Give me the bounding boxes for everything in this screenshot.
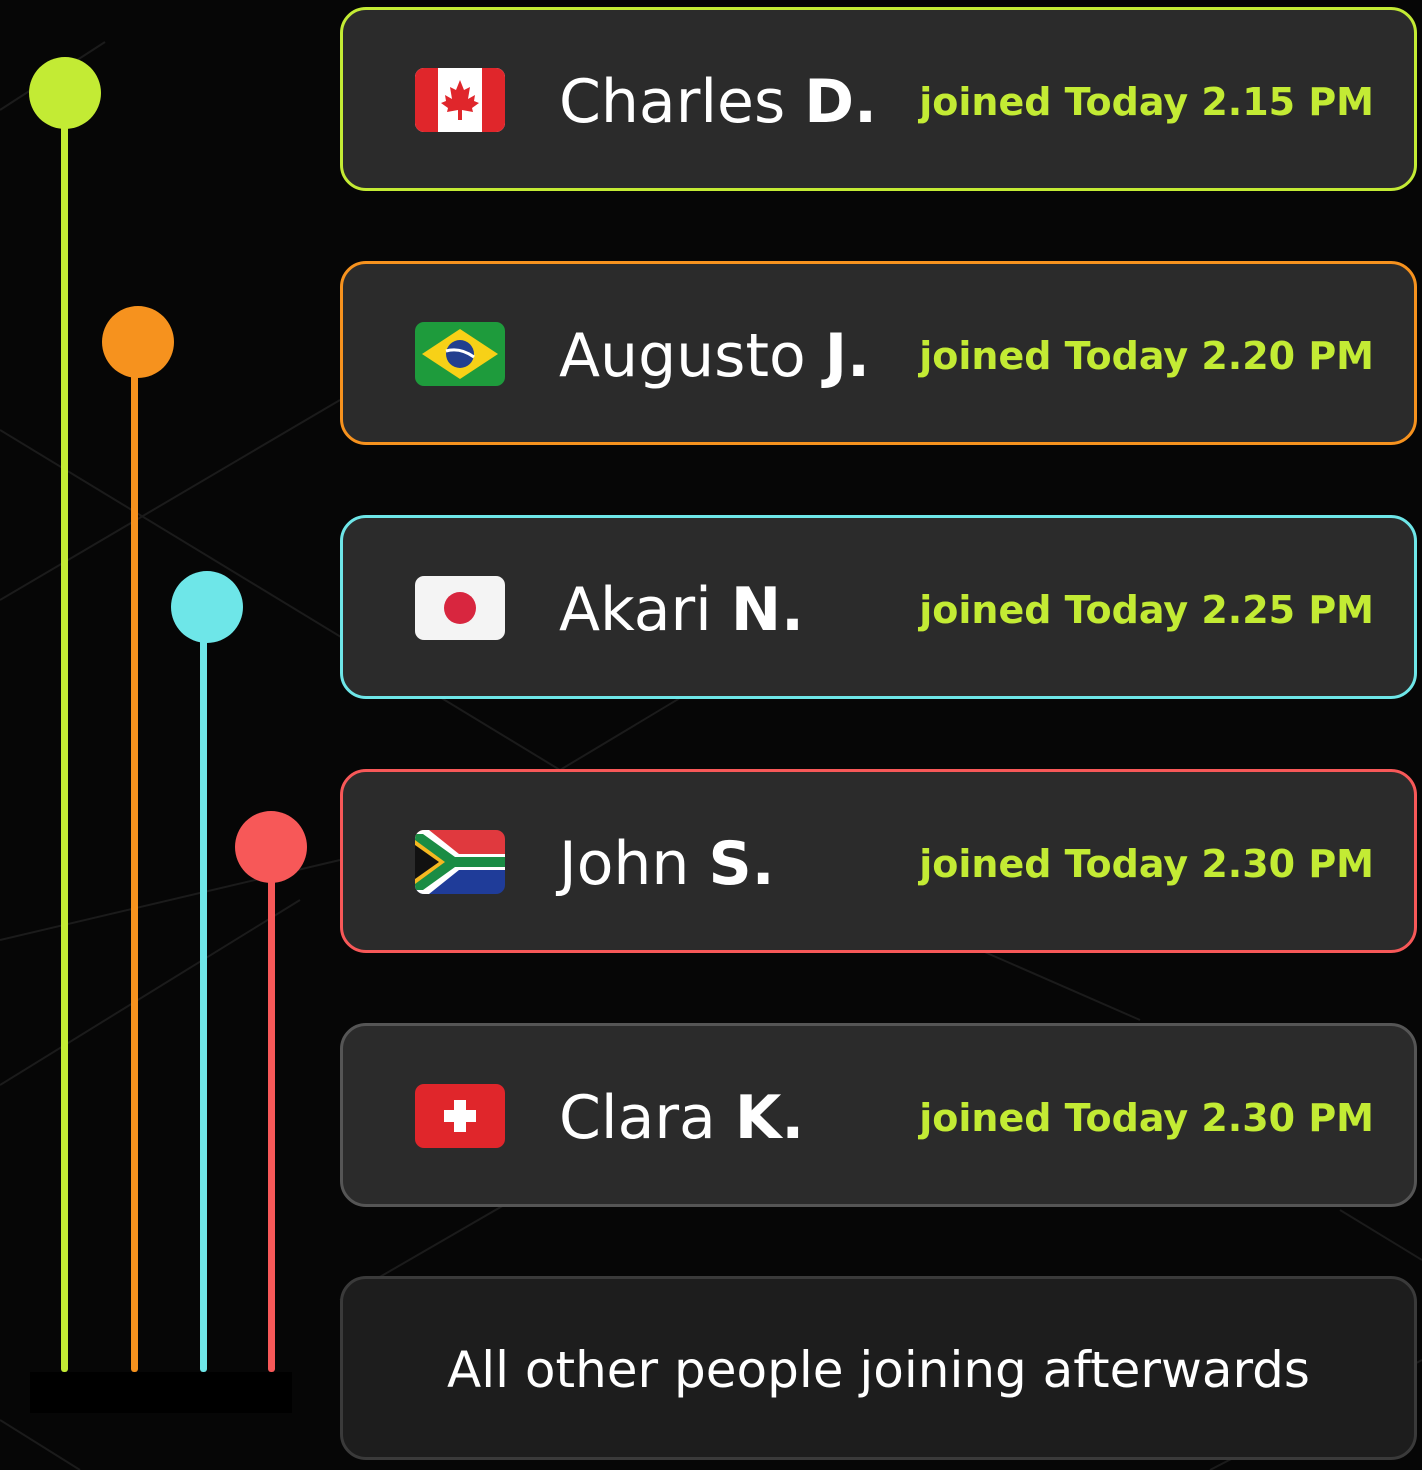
switzerland-flag-icon (415, 1084, 505, 1148)
member-name: Augusto J. (559, 316, 870, 396)
others-joining-card[interactable]: All other people joining afterwards (340, 1276, 1417, 1460)
timeline-base (30, 1372, 292, 1413)
member-name: John S. (559, 824, 775, 904)
joined-time: joined Today 2.20 PM (919, 334, 1374, 378)
timeline-dot-green (29, 57, 101, 129)
timeline-line-cyan (200, 606, 207, 1372)
member-card-john[interactable]: John S. joined Today 2.30 PM (340, 769, 1417, 953)
joined-time: joined Today 2.25 PM (919, 588, 1374, 632)
member-last-initial: K. (734, 1083, 805, 1153)
member-first-name: Charles (559, 67, 786, 137)
member-card-charles[interactable]: Charles D. joined Today 2.15 PM (340, 7, 1417, 191)
background-grid-lines (0, 41, 1422, 1470)
member-last-initial: D. (804, 67, 877, 137)
member-name: Akari N. (559, 570, 804, 650)
timeline-line-orange (131, 340, 138, 1372)
join-timeline-panel: Charles D. joined Today 2.15 PM Augusto … (0, 0, 1422, 1470)
member-first-name: Augusto (559, 321, 806, 391)
member-card-augusto[interactable]: Augusto J. joined Today 2.20 PM (340, 261, 1417, 445)
canada-flag-icon (415, 68, 505, 132)
member-card-clara[interactable]: Clara K. joined Today 2.30 PM (340, 1023, 1417, 1207)
member-card-akari[interactable]: Akari N. joined Today 2.25 PM (340, 515, 1417, 699)
timeline-line-red (268, 846, 275, 1372)
joined-time: joined Today 2.15 PM (919, 80, 1374, 124)
japan-flag-icon (415, 576, 505, 640)
member-first-name: Clara (559, 1083, 716, 1153)
joined-time: joined Today 2.30 PM (919, 1096, 1374, 1140)
timeline-dot-orange (102, 306, 174, 378)
brazil-flag-icon (415, 322, 505, 386)
member-first-name: Akari (559, 575, 712, 645)
member-last-initial: N. (730, 575, 804, 645)
member-last-initial: J. (824, 321, 870, 391)
timeline-dot-red (235, 811, 307, 883)
member-name: Charles D. (559, 62, 877, 142)
timeline-line-green (61, 92, 68, 1372)
member-last-initial: S. (708, 829, 775, 899)
joined-time: joined Today 2.30 PM (919, 842, 1374, 886)
timeline-dot-cyan (171, 571, 243, 643)
south-africa-flag-icon (415, 830, 505, 894)
member-first-name: John (559, 829, 690, 899)
others-joining-text: All other people joining afterwards (447, 1341, 1310, 1399)
member-name: Clara K. (559, 1078, 804, 1158)
